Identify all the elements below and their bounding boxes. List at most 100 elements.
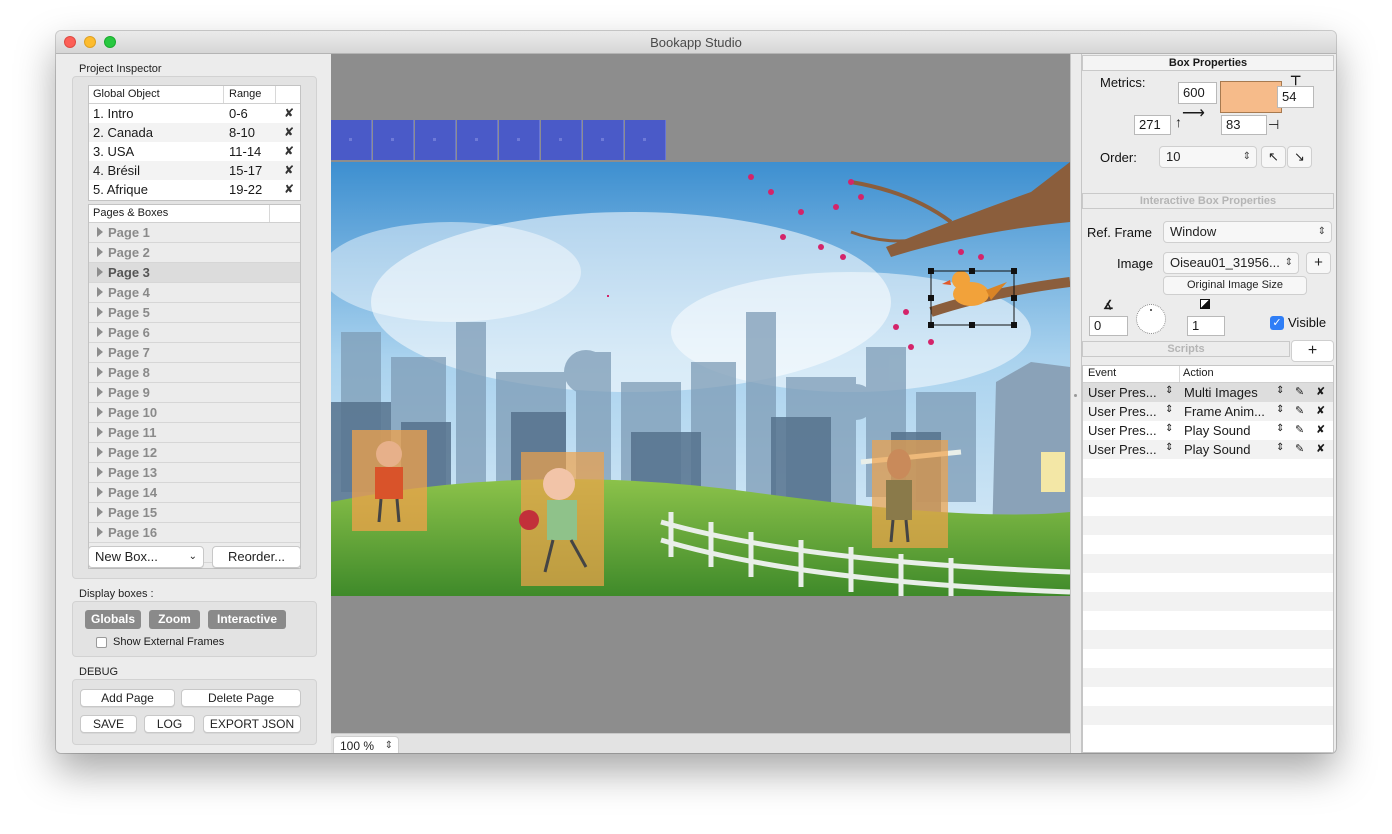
x-position-field[interactable]: 600 xyxy=(1178,82,1217,104)
page-canvas[interactable] xyxy=(331,54,1070,733)
page-row[interactable]: Page 4 xyxy=(89,283,300,303)
disclosure-triangle-icon[interactable] xyxy=(97,227,103,237)
global-thumbnail[interactable] xyxy=(499,120,540,160)
delete-script-icon[interactable]: ✘ xyxy=(1316,442,1325,455)
global-range[interactable]: 19-22 xyxy=(229,182,262,197)
disclosure-triangle-icon[interactable] xyxy=(97,407,103,417)
split-view-divider[interactable] xyxy=(1070,54,1082,753)
opacity-field[interactable]: 1 xyxy=(1187,316,1225,336)
global-thumbnail[interactable] xyxy=(331,120,372,160)
remove-global-icon[interactable]: ✘ xyxy=(284,182,294,196)
rotation-dial[interactable] xyxy=(1136,304,1166,334)
page-row[interactable]: Page 5 xyxy=(89,303,300,323)
width-field[interactable]: 83 xyxy=(1221,115,1267,135)
remove-global-icon[interactable]: ✘ xyxy=(284,106,294,120)
page-row[interactable]: Page 13 xyxy=(89,463,300,483)
script-row[interactable]: User Pres... ⇕ Play Sound ⇕ ✎ ✘ xyxy=(1083,440,1333,459)
bring-forward-button[interactable]: ↖ xyxy=(1261,146,1286,168)
stepper-icon[interactable]: ⇕ xyxy=(1276,385,1284,396)
stepper-icon[interactable]: ⇕ xyxy=(1276,442,1284,453)
delete-page-button[interactable]: Delete Page xyxy=(181,689,301,707)
globals-toggle[interactable]: Globals xyxy=(85,610,141,629)
y-position-field[interactable]: 271 xyxy=(1134,115,1171,135)
global-range[interactable]: 11-14 xyxy=(229,144,261,159)
reorder-button[interactable]: Reorder... xyxy=(212,546,301,568)
action-column-header[interactable]: Action xyxy=(1183,367,1214,379)
delete-script-icon[interactable]: ✘ xyxy=(1316,404,1325,417)
global-thumbnail[interactable] xyxy=(415,120,456,160)
range-column-header[interactable]: Range xyxy=(229,88,261,100)
page-row[interactable]: Page 14 xyxy=(89,483,300,503)
delete-script-icon[interactable]: ✘ xyxy=(1316,423,1325,436)
global-row[interactable]: 2. Canada 8-10 ✘ xyxy=(89,123,300,142)
page-scene[interactable] xyxy=(331,162,1070,596)
log-button[interactable]: LOG xyxy=(144,715,195,733)
zoom-toggle[interactable]: Zoom xyxy=(149,610,200,629)
page-row[interactable]: Page 11 xyxy=(89,423,300,443)
script-row[interactable]: User Pres... ⇕ Play Sound ⇕ ✎ ✘ xyxy=(1083,421,1333,440)
script-event[interactable]: User Pres... xyxy=(1088,404,1157,419)
disclosure-triangle-icon[interactable] xyxy=(97,447,103,457)
stepper-icon[interactable]: ⇕ xyxy=(1165,423,1173,434)
new-box-popup[interactable]: New Box... ⌄ xyxy=(88,546,204,568)
script-action[interactable]: Play Sound xyxy=(1184,442,1251,457)
page-row[interactable]: Page 7 xyxy=(89,343,300,363)
interactive-toggle[interactable]: Interactive xyxy=(208,610,286,629)
page-row[interactable]: Page 9 xyxy=(89,383,300,403)
page-row[interactable]: Page 8 xyxy=(89,363,300,383)
order-stepper[interactable]: 10 ⇕ xyxy=(1159,146,1257,168)
zoom-level-popup[interactable]: 100 % ⇕ xyxy=(333,736,399,753)
global-row[interactable]: 3. USA 11-14 ✘ xyxy=(89,142,300,161)
disclosure-triangle-icon[interactable] xyxy=(97,287,103,297)
edit-pencil-icon[interactable]: ✎ xyxy=(1295,385,1304,398)
global-row[interactable]: 5. Afrique 19-22 ✘ xyxy=(89,180,300,199)
event-column-header[interactable]: Event xyxy=(1088,367,1116,379)
page-row[interactable]: Page 10 xyxy=(89,403,300,423)
delete-script-icon[interactable]: ✘ xyxy=(1316,385,1325,398)
stepper-icon[interactable]: ⇕ xyxy=(1276,423,1284,434)
page-row[interactable]: Page 6 xyxy=(89,323,300,343)
disclosure-triangle-icon[interactable] xyxy=(97,307,103,317)
script-action[interactable]: Frame Anim... xyxy=(1184,404,1265,419)
show-external-frames-checkbox[interactable] xyxy=(96,637,107,648)
global-thumbnail[interactable] xyxy=(457,120,498,160)
page-row[interactable]: Page 3 xyxy=(89,263,300,283)
disclosure-triangle-icon[interactable] xyxy=(97,367,103,377)
add-page-button[interactable]: Add Page xyxy=(80,689,175,707)
disclosure-triangle-icon[interactable] xyxy=(97,387,103,397)
global-thumbnail[interactable] xyxy=(541,120,582,160)
disclosure-triangle-icon[interactable] xyxy=(97,487,103,497)
save-button[interactable]: SAVE xyxy=(80,715,137,733)
disclosure-triangle-icon[interactable] xyxy=(97,507,103,517)
edit-pencil-icon[interactable]: ✎ xyxy=(1295,423,1304,436)
global-row[interactable]: 1. Intro 0-6 ✘ xyxy=(89,104,300,123)
global-thumbnail[interactable] xyxy=(625,120,666,160)
global-range[interactable]: 15-17 xyxy=(229,163,262,178)
page-row[interactable]: Page 2 xyxy=(89,243,300,263)
global-thumbnail[interactable] xyxy=(583,120,624,160)
add-script-button[interactable]: + xyxy=(1291,340,1334,362)
global-range[interactable]: 0-6 xyxy=(229,106,248,121)
stepper-icon[interactable]: ⇕ xyxy=(1276,404,1284,415)
disclosure-triangle-icon[interactable] xyxy=(97,247,103,257)
remove-global-icon[interactable]: ✘ xyxy=(284,163,294,177)
edit-pencil-icon[interactable]: ✎ xyxy=(1295,442,1304,455)
page-row[interactable]: Page 12 xyxy=(89,443,300,463)
script-action[interactable]: Multi Images xyxy=(1184,385,1258,400)
stepper-icon[interactable]: ⇕ xyxy=(1165,385,1173,396)
add-image-button[interactable]: + xyxy=(1306,252,1331,274)
rotation-field[interactable]: 0 xyxy=(1089,316,1128,336)
send-backward-button[interactable]: ↘ xyxy=(1287,146,1312,168)
script-action[interactable]: Play Sound xyxy=(1184,423,1251,438)
edit-pencil-icon[interactable]: ✎ xyxy=(1295,404,1304,417)
page-row[interactable]: Page 1 xyxy=(89,223,300,243)
global-object-column-header[interactable]: Global Object xyxy=(93,88,160,100)
stepper-icon[interactable]: ⇕ xyxy=(1165,442,1173,453)
script-row[interactable]: User Pres... ⇕ Frame Anim... ⇕ ✎ ✘ xyxy=(1083,402,1333,421)
global-range[interactable]: 8-10 xyxy=(229,125,255,140)
ref-frame-popup[interactable]: Window ⇕ xyxy=(1163,221,1332,243)
image-popup[interactable]: Oiseau01_31956... ⇕ xyxy=(1163,252,1299,274)
disclosure-triangle-icon[interactable] xyxy=(97,427,103,437)
height-field[interactable]: 54 xyxy=(1277,86,1314,108)
script-event[interactable]: User Pres... xyxy=(1088,442,1157,457)
